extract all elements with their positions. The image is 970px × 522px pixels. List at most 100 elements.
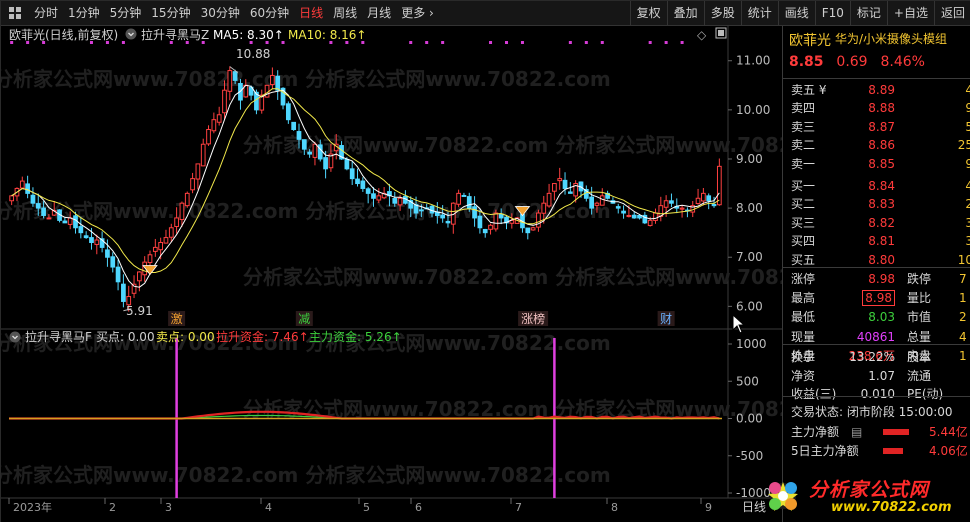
candle-body xyxy=(83,235,89,239)
stat-value-0: 8.98 xyxy=(868,272,895,286)
candle-body xyxy=(477,215,483,229)
tool-button-4[interactable]: 画线 xyxy=(777,1,815,26)
signal-dot xyxy=(425,41,429,44)
ask-price-4[interactable]: 8.85 xyxy=(855,155,895,173)
event-label: 减 xyxy=(298,312,310,326)
candle-body xyxy=(158,241,164,251)
signal-dot xyxy=(520,41,524,44)
candle-body xyxy=(562,179,568,189)
sub-indicator-chevron-icon[interactable] xyxy=(9,331,21,346)
candle-body xyxy=(152,246,158,252)
candle-body xyxy=(669,200,674,204)
stat-label-3: 现量 xyxy=(791,329,816,344)
signal-dot xyxy=(489,41,493,44)
bid-price-6[interactable]: 8.83 xyxy=(855,195,895,213)
period-tab-9[interactable]: 更多 › xyxy=(396,1,439,26)
candle-body xyxy=(530,227,536,231)
candle-body xyxy=(599,195,605,206)
bid-price-8[interactable]: 8.81 xyxy=(855,232,895,250)
candle-body xyxy=(30,194,36,204)
ask-price-2[interactable]: 8.87 xyxy=(855,118,895,136)
candle-body xyxy=(285,103,291,121)
price-tick-label: 8.00 xyxy=(736,201,763,215)
ask-price-1[interactable]: 8.88 xyxy=(855,99,895,117)
stat-value-1: 8.98 xyxy=(843,289,895,307)
candle-body xyxy=(291,121,297,131)
candle-body xyxy=(41,207,46,216)
stat2-label-1: 净资 xyxy=(791,368,816,383)
diamond-icon[interactable]: ◇ xyxy=(697,28,706,42)
candle-body xyxy=(110,256,116,268)
stat2-value-0: 13.22% xyxy=(849,350,895,364)
candle-body xyxy=(397,197,403,206)
candle-body xyxy=(466,196,472,209)
candle-body xyxy=(716,165,722,206)
candle-body xyxy=(706,195,712,202)
candle-body xyxy=(631,214,637,219)
stat2-value-2: 0.010 xyxy=(860,387,895,401)
ask-price-0[interactable]: 8.89 xyxy=(855,81,895,99)
period-tab-1[interactable]: 1分钟 xyxy=(63,1,105,26)
stat2-label-0: 换手 xyxy=(791,350,816,364)
month-label: 8 xyxy=(611,501,618,514)
candle-body xyxy=(456,192,461,205)
candle-body xyxy=(594,202,600,206)
month-label: 2 xyxy=(109,501,116,514)
stat-value2-2: 2 xyxy=(959,310,967,325)
tool-button-8[interactable]: 返回 xyxy=(933,1,970,26)
candle-body xyxy=(232,71,238,81)
candle-body xyxy=(525,227,531,234)
bid-price-5[interactable]: 8.84 xyxy=(855,177,895,195)
kline-chart[interactable]: 分析家公式网www.70822.com 分析家公式网www.70822.com 分… xyxy=(1,26,782,522)
candle-body xyxy=(695,197,701,205)
indicator-chevron-icon[interactable] xyxy=(125,28,137,43)
candle-body xyxy=(701,192,706,202)
period-tab-8[interactable]: 月线 xyxy=(362,1,396,26)
period-tab-5[interactable]: 60分钟 xyxy=(245,1,294,26)
candle-body xyxy=(307,151,312,155)
candle-body xyxy=(19,180,25,189)
bid-vol-6: 2 xyxy=(933,195,970,213)
tool-button-5[interactable]: F10 xyxy=(814,1,850,26)
candle-body xyxy=(184,192,190,207)
ask-label-2: 卖三 xyxy=(791,119,816,134)
tool-button-1[interactable]: 叠加 xyxy=(666,1,704,26)
bid-price-7[interactable]: 8.82 xyxy=(855,214,895,232)
candle-body xyxy=(679,207,685,210)
ask-price-3[interactable]: 8.86 xyxy=(855,136,895,154)
period-tab-3[interactable]: 15分钟 xyxy=(146,1,195,26)
candle-body xyxy=(344,158,350,170)
window-toggle-icon[interactable] xyxy=(715,27,727,42)
main-fund-legend: 主力资金: 5.26↑ xyxy=(309,330,402,344)
period-tab-6[interactable]: 日线 xyxy=(294,1,328,26)
bid-price-9[interactable]: 8.80 xyxy=(855,251,895,269)
candle-body xyxy=(25,183,30,194)
period-tab-2[interactable]: 5分钟 xyxy=(105,1,147,26)
period-tab-4[interactable]: 30分钟 xyxy=(196,1,245,26)
candle-body xyxy=(419,209,424,212)
grid-menu-icon[interactable] xyxy=(7,5,23,21)
period-tab-7[interactable]: 周线 xyxy=(328,1,362,26)
price-tick-label: 6.00 xyxy=(736,299,763,313)
watermark-text: 分析家公式网www.70822.com 分析家公式网www.70822.com xyxy=(1,463,611,487)
ask-vol-1: 9 xyxy=(933,99,970,117)
tool-button-0[interactable]: 复权 xyxy=(629,1,667,26)
signal-dot xyxy=(600,41,604,44)
stat2-value-1: 1.07 xyxy=(868,368,895,383)
sub-tick-label: 1000 xyxy=(736,337,767,351)
candle-body xyxy=(541,202,547,214)
candle-body xyxy=(105,249,110,258)
candle-body xyxy=(275,75,281,91)
tool-button-2[interactable]: 多股 xyxy=(703,1,741,26)
tool-button-6[interactable]: 标记 xyxy=(849,1,887,26)
net-main-doc-icon[interactable]: ▤ xyxy=(851,423,862,441)
ask-vol-3: 25 xyxy=(957,138,970,153)
ask-label-4: 卖一 xyxy=(791,156,816,171)
event-label: 涨榜 xyxy=(521,311,545,326)
stock-price-line: 8.85 0.69 8.46% xyxy=(789,54,933,70)
period-tab-0[interactable]: 分时 xyxy=(29,1,63,26)
tool-button-3[interactable]: 统计 xyxy=(740,1,778,26)
stat-value2-3: 4 xyxy=(959,329,967,344)
tool-button-7[interactable]: +自选 xyxy=(886,1,934,26)
ask-vol-4: 9 xyxy=(933,155,970,173)
